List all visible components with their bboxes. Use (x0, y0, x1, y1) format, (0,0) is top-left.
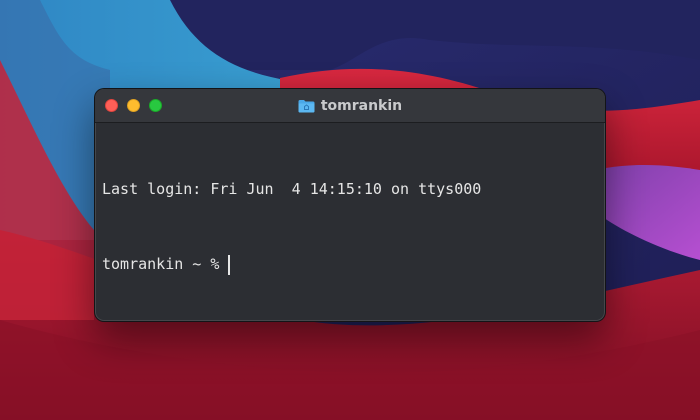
window-title-text: tomrankin (320, 98, 403, 114)
last-login-line: Last login: Fri Jun 4 14:15:10 on ttys00… (102, 180, 482, 198)
prompt-text: tomrankin ~ % (102, 255, 220, 273)
folder-icon (298, 100, 315, 113)
prompt-line[interactable]: tomrankin ~ % (102, 252, 598, 277)
terminal-window[interactable]: tomrankin Last login: Fri Jun 4 14:15:10… (94, 88, 606, 322)
terminal-output[interactable]: Last login: Fri Jun 4 14:15:10 on ttys00… (95, 123, 605, 321)
text-cursor (228, 254, 231, 275)
window-title: tomrankin (95, 89, 605, 123)
title-bar[interactable]: tomrankin (95, 89, 605, 123)
